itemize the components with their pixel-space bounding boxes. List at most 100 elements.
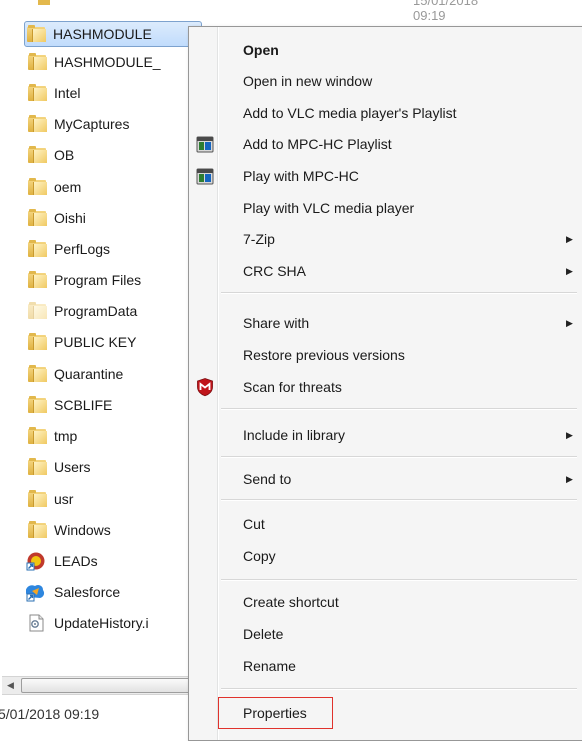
menu-item-crc-sha[interactable]: CRC SHA ▶ <box>191 257 581 285</box>
menu-separator <box>221 579 577 581</box>
menu-item-label: Add to MPC-HC Playlist <box>243 136 392 152</box>
menu-item-copy[interactable]: Copy <box>191 542 581 570</box>
file-row-intel[interactable]: Intel <box>26 80 206 106</box>
menu-item-play-vlc[interactable]: Play with VLC media player <box>191 194 581 222</box>
horizontal-scrollbar[interactable]: ◀ <box>2 676 199 695</box>
file-row-public-key[interactable]: PUBLIC KEY <box>26 329 206 355</box>
status-date: 5/01/2018 09:19 <box>0 706 100 722</box>
menu-item-open-new-window[interactable]: Open in new window <box>191 67 581 95</box>
submenu-arrow-icon: ▶ <box>566 317 573 328</box>
menu-item-label: 7-Zip <box>243 231 275 247</box>
file-name: HASHMODULE_ <box>54 54 161 70</box>
folder-icon <box>28 239 47 257</box>
menu-item-label: Scan for threats <box>243 379 342 395</box>
menu-item-scan-threats[interactable]: Scan for threats <box>191 373 581 401</box>
menu-item-label: Create shortcut <box>243 594 339 610</box>
menu-item-add-mpc-playlist[interactable]: Add to MPC-HC Playlist <box>191 130 581 158</box>
menu-separator <box>221 499 577 501</box>
menu-separator <box>221 688 577 690</box>
file-name: usr <box>54 491 74 507</box>
menu-item-properties[interactable]: Properties <box>191 699 581 727</box>
file-name: MyCaptures <box>54 116 130 132</box>
folder-icon <box>28 177 47 195</box>
file-row-usr[interactable]: usr <box>26 486 206 512</box>
file-row-oishi[interactable]: Oishi <box>26 205 206 231</box>
menu-item-label: Restore previous versions <box>243 347 405 363</box>
file-name: OB <box>54 147 75 163</box>
file-row-perflogs[interactable]: PerfLogs <box>26 236 206 262</box>
folder-icon <box>28 426 47 444</box>
file-name: Windows <box>54 522 111 538</box>
shortcut-app-icon <box>26 585 45 602</box>
menu-item-rename[interactable]: Rename <box>191 652 581 680</box>
folder-icon <box>28 83 47 101</box>
folder-icon <box>28 145 47 163</box>
menu-item-cut[interactable]: Cut <box>191 510 581 538</box>
menu-item-label: Play with MPC-HC <box>243 168 359 184</box>
menu-item-label: Add to VLC media player's Playlist <box>243 105 457 121</box>
folder-icon <box>27 24 46 42</box>
folder-icon <box>28 395 47 413</box>
menu-item-send-to[interactable]: Send to ▶ <box>191 465 581 493</box>
file-row-hashmodule-2[interactable]: HASHMODULE_ <box>26 49 206 75</box>
menu-item-label: CRC SHA <box>243 263 307 279</box>
file-icon <box>29 614 44 632</box>
folder-icon <box>28 114 47 132</box>
submenu-arrow-icon: ▶ <box>566 265 573 276</box>
menu-item-delete[interactable]: Delete <box>191 620 581 648</box>
file-name: Salesforce <box>54 584 121 600</box>
menu-item-play-mpc[interactable]: Play with MPC-HC <box>191 162 581 190</box>
folder-icon <box>28 208 47 226</box>
scrollbar-thumb[interactable] <box>21 678 199 693</box>
menu-item-7zip[interactable]: 7-Zip ▶ <box>191 225 581 253</box>
menu-separator <box>221 408 577 410</box>
file-row-mycaptures[interactable]: MyCaptures <box>26 111 206 137</box>
file-row-salesforce[interactable]: Salesforce <box>26 579 206 605</box>
file-name: PerfLogs <box>54 241 111 257</box>
file-name: Intel <box>54 85 81 101</box>
file-list: 15/01/2018 09:19 HASHMODULE HASHMODULE_ … <box>0 0 478 722</box>
submenu-arrow-icon: ▶ <box>566 429 573 440</box>
shortcut-app-icon <box>26 552 45 571</box>
file-row-tmp[interactable]: tmp <box>26 423 206 449</box>
file-row-hashmodule[interactable]: HASHMODULE <box>24 21 202 47</box>
menu-item-label: Cut <box>243 516 265 532</box>
file-row-updatehistory[interactable]: UpdateHistory.i <box>26 610 206 636</box>
file-name: Program Files <box>54 272 142 288</box>
folder-icon <box>28 364 47 382</box>
menu-item-create-shortcut[interactable]: Create shortcut <box>191 588 581 616</box>
file-row-users[interactable]: Users <box>26 454 206 480</box>
menu-separator <box>221 292 577 294</box>
submenu-arrow-icon: ▶ <box>566 473 573 484</box>
file-name: UpdateHistory.i <box>54 615 149 631</box>
scroll-left-arrow-icon[interactable]: ◀ <box>2 677 19 694</box>
menu-item-open[interactable]: Open <box>191 36 581 64</box>
file-name: Oishi <box>54 210 86 226</box>
folder-icon-partial <box>38 0 50 5</box>
file-row-program-files[interactable]: Program Files <box>26 267 206 293</box>
menu-item-label: Share with <box>243 315 310 331</box>
menu-item-label: Open <box>243 42 279 58</box>
file-name: Quarantine <box>54 366 124 382</box>
file-row-ob[interactable]: OB <box>26 142 206 168</box>
file-name: tmp <box>54 428 78 444</box>
menu-item-include-library[interactable]: Include in library ▶ <box>191 421 581 449</box>
file-row-leads[interactable]: LEADs <box>26 548 206 574</box>
file-row-windows[interactable]: Windows <box>26 517 206 543</box>
file-name: ProgramData <box>54 303 138 319</box>
file-row-scblife[interactable]: SCBLIFE <box>26 392 206 418</box>
menu-item-share-with[interactable]: Share with ▶ <box>191 309 581 337</box>
file-row-quarantine[interactable]: Quarantine <box>26 361 206 387</box>
folder-icon <box>28 457 47 475</box>
menu-item-label: Properties <box>243 705 307 721</box>
folder-icon <box>28 270 47 288</box>
file-row-oem[interactable]: oem <box>26 174 206 200</box>
folder-icon <box>28 332 47 350</box>
folder-icon <box>28 52 47 70</box>
mpc-hc-icon <box>196 136 214 153</box>
file-row-programdata[interactable]: ProgramData <box>26 298 206 324</box>
folder-icon <box>28 301 47 319</box>
menu-item-label: Play with VLC media player <box>243 200 415 216</box>
menu-item-restore-versions[interactable]: Restore previous versions <box>191 341 581 369</box>
menu-item-add-vlc-playlist[interactable]: Add to VLC media player's Playlist <box>191 99 581 127</box>
